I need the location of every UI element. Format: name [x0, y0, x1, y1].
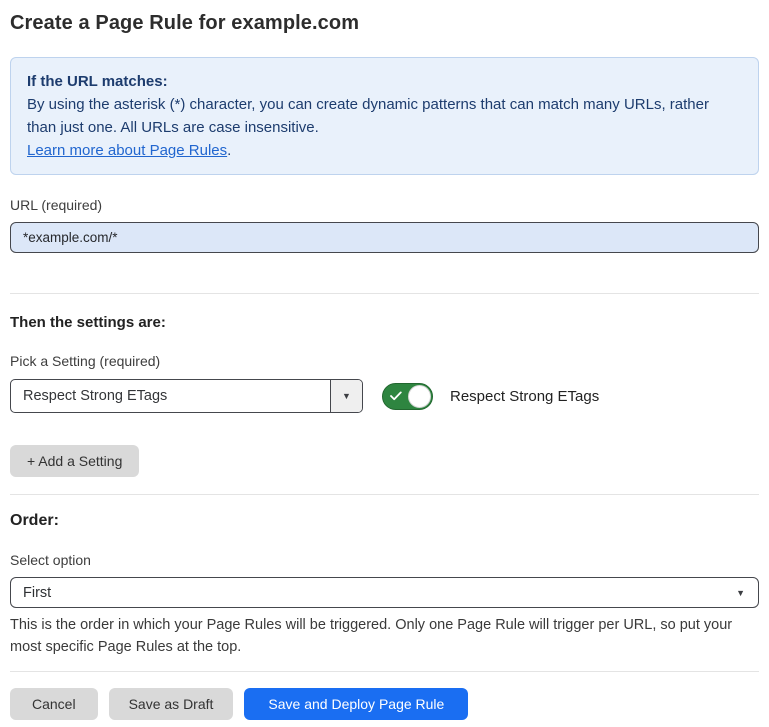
save-as-draft-button[interactable]: Save as Draft	[109, 688, 234, 720]
setting-select[interactable]: Respect Strong ETags ▼	[10, 379, 363, 413]
link-suffix-period: .	[227, 142, 231, 159]
action-buttons-row: Cancel Save as Draft Save and Deploy Pag…	[10, 688, 759, 720]
order-select[interactable]: First ▼	[10, 577, 759, 608]
chevron-down-icon: ▼	[736, 588, 758, 598]
settings-section-heading: Then the settings are:	[10, 314, 759, 331]
add-setting-button[interactable]: + Add a Setting	[10, 445, 139, 477]
order-help-text: This is the order in which your Page Rul…	[10, 614, 759, 658]
check-icon	[390, 391, 402, 401]
divider-url-settings	[10, 293, 759, 294]
pick-setting-label: Pick a Setting (required)	[10, 353, 759, 369]
toggle-label: Respect Strong ETags	[450, 388, 599, 405]
respect-etags-toggle[interactable]	[382, 383, 433, 410]
order-select-value: First	[11, 585, 736, 601]
toggle-knob	[408, 385, 431, 408]
chevron-down-icon[interactable]: ▼	[330, 380, 362, 412]
cancel-button[interactable]: Cancel	[10, 688, 98, 720]
info-box-heading: If the URL matches:	[27, 70, 742, 93]
order-section-heading: Order:	[10, 512, 759, 530]
order-select-label: Select option	[10, 552, 759, 568]
info-box-link-row: Learn more about Page Rules.	[27, 139, 742, 162]
save-and-deploy-button[interactable]: Save and Deploy Page Rule	[244, 688, 468, 720]
setting-row: Respect Strong ETags ▼ Respect Strong ET…	[10, 379, 759, 413]
learn-more-link[interactable]: Learn more about Page Rules	[27, 142, 227, 159]
url-match-info-box: If the URL matches: By using the asteris…	[10, 57, 759, 175]
setting-select-value: Respect Strong ETags	[11, 388, 330, 404]
divider-actions	[10, 671, 759, 672]
page-title: Create a Page Rule for example.com	[10, 9, 759, 37]
create-page-rule-form: Create a Page Rule for example.com If th…	[0, 9, 769, 720]
divider-settings-order	[10, 494, 759, 495]
url-input[interactable]	[10, 222, 759, 253]
url-label: URL (required)	[10, 197, 759, 213]
info-box-body: By using the asterisk (*) character, you…	[27, 93, 742, 139]
